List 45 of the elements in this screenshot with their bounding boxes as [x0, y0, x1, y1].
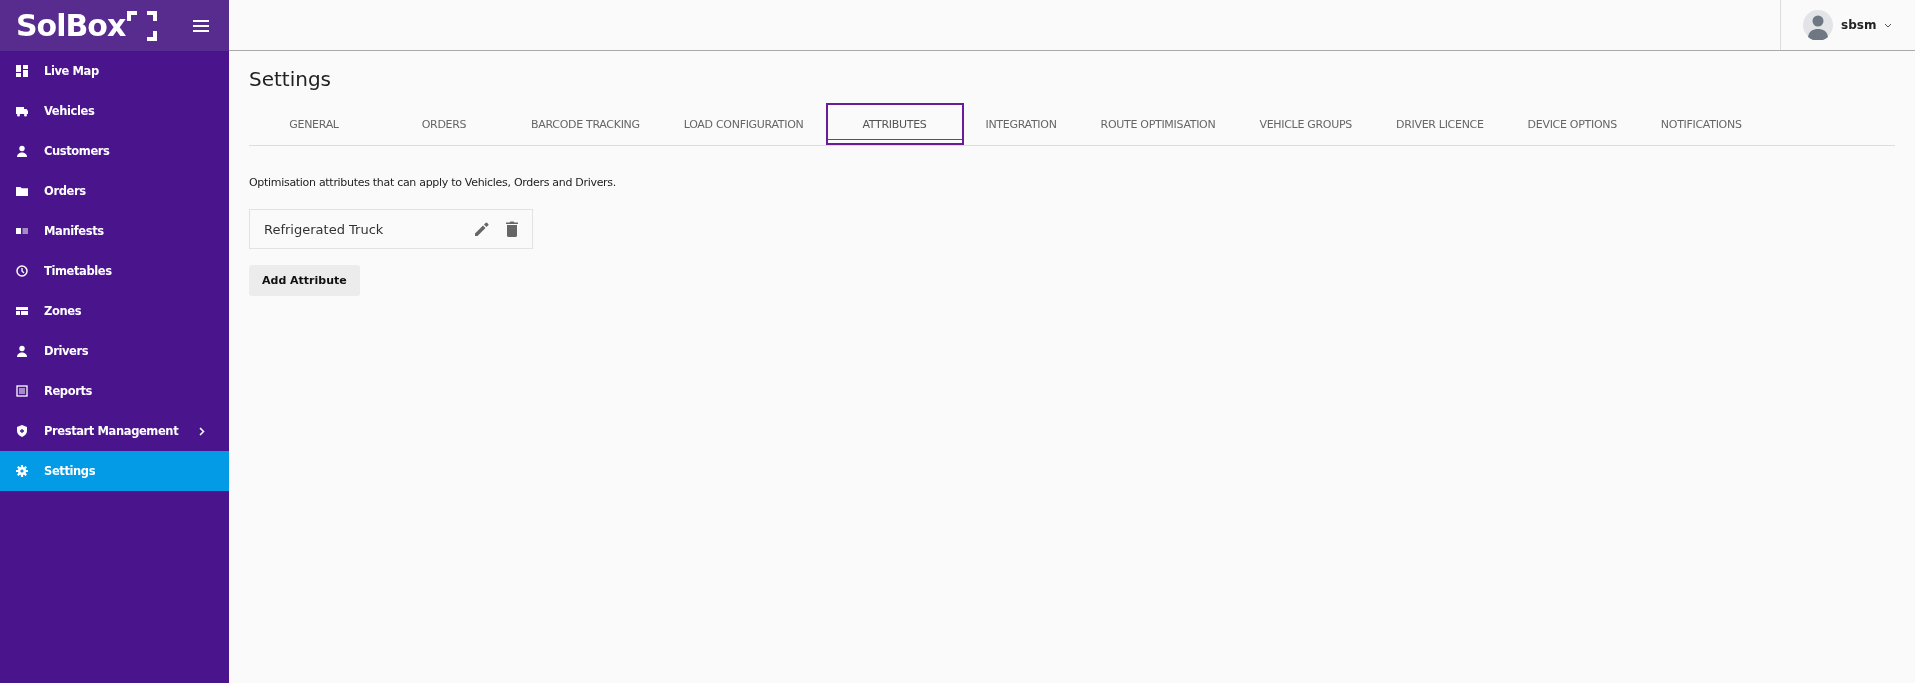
- shield-icon: [16, 425, 28, 437]
- chevron-down-icon: [1884, 22, 1893, 28]
- sidebar-item[interactable]: Orders: [0, 171, 229, 211]
- settings-tab[interactable]: INTEGRATION: [963, 103, 1079, 145]
- settings-icon: [16, 465, 28, 477]
- delete-icon[interactable]: [506, 221, 518, 237]
- user-menu[interactable]: sbsm: [1780, 0, 1915, 50]
- settings-tab[interactable]: LOAD CONFIGURATION: [661, 103, 826, 145]
- settings-tab[interactable]: BARCODE TRACKING: [509, 103, 662, 145]
- description-text: Optimisation attributes that can apply to Vehicles, Orders and Drivers.: [249, 176, 617, 189]
- attribute-name: Refrigerated Truck: [264, 221, 385, 237]
- settings-tab[interactable]: VEHICLE GROUPS: [1237, 103, 1374, 145]
- sidebar-item[interactable]: Manifests: [0, 211, 229, 251]
- logo: SolBox: [16, 8, 126, 43]
- menu-icon[interactable]: [193, 19, 209, 32]
- settings-tab[interactable]: DRIVER LICENCE: [1373, 103, 1506, 145]
- person-icon: [16, 345, 28, 357]
- settings-tab[interactable]: NOTIFICATIONS: [1638, 103, 1764, 145]
- settings-tab[interactable]: ROUTE OPTIMISATION: [1078, 103, 1238, 145]
- sidebar-item[interactable]: Customers: [0, 131, 229, 171]
- sidebar-item[interactable]: Prestart Management: [0, 411, 229, 451]
- folder-icon: [16, 185, 28, 197]
- truck-icon: [16, 105, 28, 117]
- dashboard-icon: [16, 65, 28, 77]
- sidebar-item[interactable]: Timetables: [0, 251, 229, 291]
- person-icon: [16, 145, 28, 157]
- logo-corner-icon: [127, 10, 158, 41]
- list-icon: [16, 225, 28, 237]
- sidebar-item[interactable]: Reports: [0, 371, 229, 411]
- settings-tab[interactable]: DEVICE OPTIONS: [1505, 103, 1639, 145]
- page-title: Settings: [249, 67, 333, 91]
- document-icon: [16, 385, 28, 397]
- edit-icon[interactable]: [474, 221, 490, 237]
- sidebar-item[interactable]: Drivers: [0, 331, 229, 371]
- sidebar-item[interactable]: Vehicles: [0, 91, 229, 131]
- avatar-icon: [1803, 10, 1833, 40]
- clock-icon: [16, 265, 28, 277]
- sidebar-item[interactable]: Live Map: [0, 51, 229, 91]
- chevron-right-icon: [199, 426, 205, 436]
- sidebar-item[interactable]: Zones: [0, 291, 229, 331]
- grid-icon: [16, 305, 28, 317]
- settings-tab[interactable]: ATTRIBUTES: [825, 103, 964, 145]
- add-attribute-button[interactable]: Add Attribute: [249, 265, 360, 296]
- settings-tab[interactable]: GENERAL: [249, 103, 379, 145]
- settings-tab[interactable]: ORDERS: [379, 103, 509, 145]
